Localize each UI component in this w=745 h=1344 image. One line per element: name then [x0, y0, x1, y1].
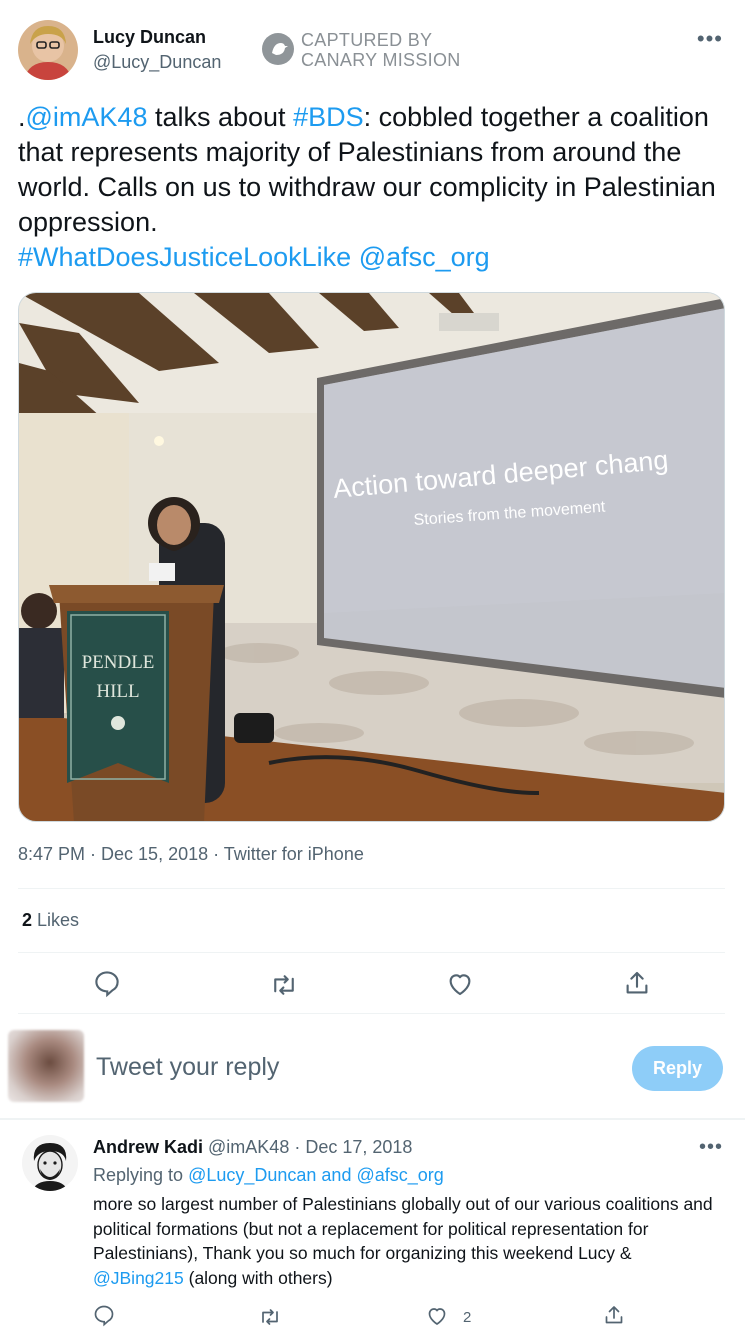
- bird-logo-icon: [262, 33, 294, 65]
- current-user-avatar: [8, 1030, 84, 1102]
- divider: [18, 888, 725, 889]
- reply-like-count: 2: [463, 1309, 472, 1326]
- tweet-timestamp[interactable]: 8:47 PM · Dec 15, 2018 · Twitter for iPh…: [18, 844, 364, 865]
- like-icon[interactable]: [445, 969, 475, 999]
- divider: [0, 1118, 745, 1120]
- author-handle[interactable]: @Lucy_Duncan: [93, 52, 221, 73]
- more-horizontal-icon[interactable]: •••: [699, 1136, 723, 1159]
- reply-header: Andrew Kadi @imAK48 · Dec 17, 2018: [93, 1137, 412, 1158]
- mention-link[interactable]: @afsc_org: [359, 242, 490, 272]
- likes-stat[interactable]: 2 Likes: [22, 910, 79, 931]
- banner-line-1: PENDLE: [82, 652, 155, 673]
- reply-author-name[interactable]: Andrew Kadi: [93, 1137, 203, 1157]
- replying-to: Replying to @Lucy_Duncan and @afsc_org: [93, 1165, 444, 1186]
- reply-author-avatar[interactable]: [22, 1135, 78, 1191]
- banner-line-2: HILL: [96, 681, 139, 702]
- reply-text: more so largest number of Palestinians g…: [93, 1192, 723, 1290]
- reply-input[interactable]: Tweet your reply: [96, 1053, 279, 1082]
- author-avatar[interactable]: [18, 20, 78, 80]
- replying-to-and: and: [316, 1165, 357, 1185]
- hashtag-link[interactable]: #WhatDoesJusticeLookLike: [18, 242, 351, 272]
- mention-link[interactable]: @imAK48: [26, 102, 148, 132]
- stamp-line-2: CANARY MISSION: [301, 50, 461, 70]
- share-icon[interactable]: [622, 968, 652, 998]
- mention-link[interactable]: @Lucy_Duncan: [188, 1165, 316, 1185]
- text-segment: [351, 242, 359, 272]
- hashtag-link[interactable]: #BDS: [293, 102, 364, 132]
- tweet-text: .@imAK48 talks about #BDS: cobbled toget…: [18, 100, 728, 275]
- reply-body-end: (along with others): [183, 1267, 333, 1288]
- divider: [18, 1013, 725, 1014]
- canary-mission-stamp: CAPTURED BY CANARY MISSION: [262, 30, 472, 72]
- mention-link[interactable]: @afsc_org: [356, 1165, 443, 1185]
- stamp-line-1: CAPTURED BY: [301, 30, 433, 50]
- text-prefix: .: [18, 102, 26, 132]
- reply-icon[interactable]: [92, 968, 122, 998]
- likes-count: 2: [22, 910, 33, 930]
- replying-to-label: Replying to: [93, 1165, 189, 1185]
- reply-icon[interactable]: [92, 1303, 116, 1327]
- reply-button[interactable]: Reply: [632, 1046, 723, 1091]
- more-horizontal-icon[interactable]: •••: [697, 26, 723, 52]
- retweet-icon[interactable]: [258, 1305, 282, 1329]
- author-name[interactable]: Lucy Duncan: [93, 27, 206, 48]
- mention-link[interactable]: @JBing215: [93, 1268, 184, 1288]
- reply-body: more so largest number of Palestinians g…: [93, 1194, 713, 1263]
- like-icon[interactable]: [425, 1304, 449, 1328]
- tweet-photo[interactable]: Action toward deeper chang Stories from …: [18, 292, 725, 822]
- likes-label: Likes: [32, 910, 80, 930]
- share-icon[interactable]: [602, 1303, 626, 1327]
- divider: [18, 952, 725, 953]
- retweet-icon[interactable]: [269, 970, 299, 1000]
- reply-handle-date[interactable]: @imAK48 · Dec 17, 2018: [208, 1137, 412, 1157]
- text-segment: talks about: [147, 102, 294, 132]
